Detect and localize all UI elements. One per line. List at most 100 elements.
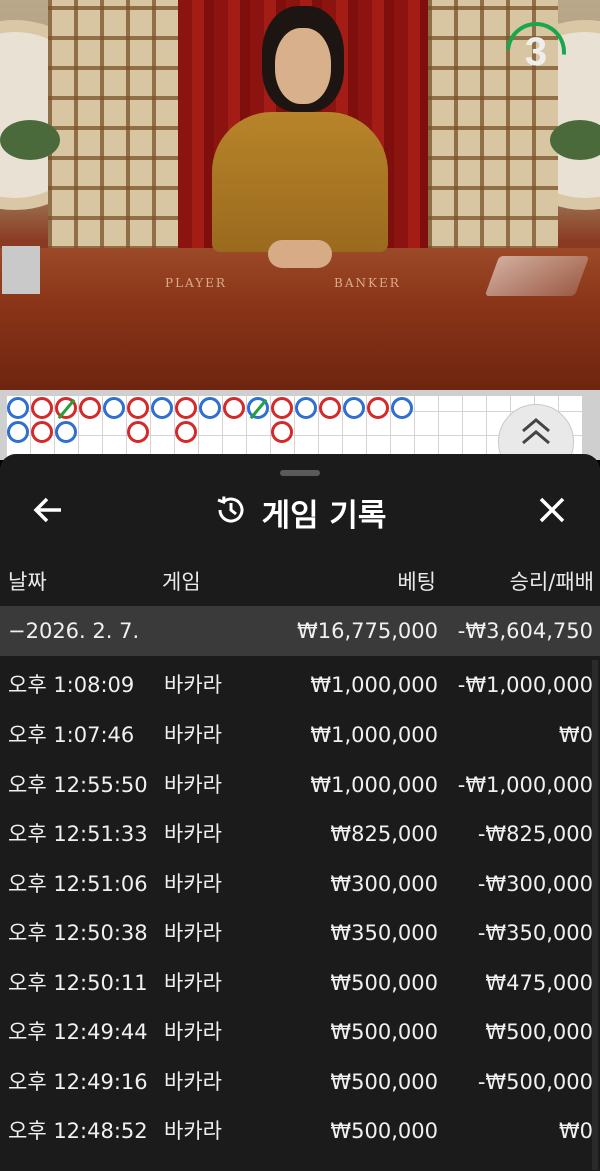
history-row[interactable]: 오후 12:50:11 바카라 ₩500,000 ₩475,000 bbox=[0, 958, 600, 1008]
row-game: 바카라 bbox=[164, 822, 222, 846]
column-header-date: 날짜 bbox=[8, 570, 47, 594]
history-row[interactable]: 오후 12:50:38 바카라 ₩350,000 -₩350,000 bbox=[0, 908, 600, 958]
summary-date: −2026. 2. 7. bbox=[8, 619, 140, 643]
sheet-title-group: 게임 기록 bbox=[0, 484, 600, 540]
row-time: 오후 1:08:09 bbox=[8, 673, 135, 697]
row-win-loss: ₩500,000 bbox=[485, 1020, 593, 1044]
table-label-player: PLAYER bbox=[165, 276, 227, 290]
history-row[interactable]: 오후 12:49:44 바카라 ₩500,000 ₩500,000 bbox=[0, 1007, 600, 1057]
dealer-face bbox=[275, 28, 331, 104]
row-game: 바카라 bbox=[164, 1070, 222, 1094]
banker-bead bbox=[31, 421, 53, 443]
game-history-sheet: 게임 기록 날짜 게임 베팅 승리/패배 −2026. 2. 7. ₩16,77… bbox=[0, 454, 600, 1171]
bet-countdown-timer: 3 bbox=[493, 9, 579, 95]
banker-bead bbox=[127, 397, 149, 419]
player-bead bbox=[247, 397, 269, 420]
history-clock-icon bbox=[214, 493, 248, 531]
row-bet: ₩500,000 bbox=[330, 1020, 438, 1044]
player-bead bbox=[199, 397, 221, 419]
history-row[interactable]: 오후 1:08:09 바카라 ₩1,000,000 -₩1,000,000 bbox=[0, 660, 600, 710]
row-game: 바카라 bbox=[164, 921, 222, 945]
banker-bead bbox=[223, 397, 245, 419]
banker-bead bbox=[175, 397, 197, 419]
bonsai-left bbox=[0, 120, 60, 160]
banker-bead bbox=[31, 397, 53, 419]
row-win-loss: -₩1,000,000 bbox=[457, 673, 593, 697]
player-bead bbox=[391, 397, 413, 419]
player-bead bbox=[55, 421, 77, 443]
history-row[interactable]: 오후 12:51:33 바카라 ₩825,000 -₩825,000 bbox=[0, 809, 600, 859]
row-win-loss: -₩825,000 bbox=[477, 822, 593, 846]
tie-slash-mark bbox=[57, 398, 76, 420]
row-win-loss: -₩350,000 bbox=[477, 921, 593, 945]
row-time: 오후 12:51:06 bbox=[8, 872, 148, 896]
row-win-loss: -₩1,000,000 bbox=[457, 773, 593, 797]
row-time: 오후 12:50:38 bbox=[8, 921, 148, 945]
summary-win-loss-total: -₩3,604,750 bbox=[457, 619, 593, 643]
history-row[interactable]: 오후 12:55:50 바카라 ₩1,000,000 -₩1,000,000 bbox=[0, 760, 600, 810]
double-chevron-up-icon bbox=[519, 418, 553, 454]
table-label-banker: BANKER bbox=[334, 276, 401, 290]
history-scrollbar[interactable] bbox=[592, 660, 598, 1170]
column-header-win-loss: 승리/패배 bbox=[509, 570, 594, 594]
row-game: 바카라 bbox=[164, 773, 222, 797]
row-win-loss: ₩0 bbox=[558, 723, 593, 747]
row-bet: ₩300,000 bbox=[330, 872, 438, 896]
date-summary-row[interactable]: −2026. 2. 7. ₩16,775,000 -₩3,604,750 bbox=[0, 606, 600, 656]
sheet-title: 게임 기록 bbox=[261, 497, 387, 534]
row-win-loss: ₩475,000 bbox=[485, 971, 593, 995]
row-time: 오후 12:48:52 bbox=[8, 1119, 148, 1143]
countdown-number: 3 bbox=[524, 30, 548, 74]
row-time: 오후 12:55:50 bbox=[8, 773, 148, 797]
sheet-header: 게임 기록 bbox=[0, 484, 600, 540]
row-game: 바카라 bbox=[164, 723, 222, 747]
close-button[interactable] bbox=[524, 484, 580, 540]
banker-bead bbox=[271, 397, 293, 419]
row-game: 바카라 bbox=[164, 971, 222, 995]
player-bead bbox=[103, 397, 125, 419]
row-win-loss: ₩0 bbox=[558, 1119, 593, 1143]
row-bet: ₩1,000,000 bbox=[310, 773, 438, 797]
row-time: 오후 12:51:33 bbox=[8, 822, 148, 846]
banker-bead bbox=[319, 397, 341, 419]
dealer-body bbox=[212, 112, 388, 252]
player-bead bbox=[151, 397, 173, 419]
player-bead bbox=[295, 397, 317, 419]
row-bet: ₩500,000 bbox=[330, 1119, 438, 1143]
row-bet: ₩500,000 bbox=[330, 971, 438, 995]
row-win-loss: -₩300,000 bbox=[477, 872, 593, 896]
player-bead bbox=[7, 397, 29, 419]
column-header-bet: 베팅 bbox=[397, 570, 436, 594]
dealer-hands bbox=[268, 240, 332, 268]
tie-slash-mark bbox=[249, 398, 268, 420]
banker-bead bbox=[79, 397, 101, 419]
row-game: 바카라 bbox=[164, 1119, 222, 1143]
row-bet: ₩350,000 bbox=[330, 921, 438, 945]
row-time: 오후 1:07:46 bbox=[8, 723, 135, 747]
history-row[interactable]: 오후 12:49:16 바카라 ₩500,000 -₩500,000 bbox=[0, 1057, 600, 1107]
player-bead bbox=[343, 397, 365, 419]
row-time: 오후 12:49:44 bbox=[8, 1020, 148, 1044]
sheet-drag-handle[interactable] bbox=[280, 470, 320, 476]
discard-box bbox=[2, 246, 40, 294]
row-time: 오후 12:49:16 bbox=[8, 1070, 148, 1094]
banker-bead bbox=[271, 421, 293, 443]
row-time: 오후 12:50:11 bbox=[8, 971, 148, 995]
close-icon bbox=[538, 496, 566, 528]
bead-road-grid bbox=[6, 396, 582, 460]
player-bead bbox=[7, 421, 29, 443]
column-header-game: 게임 bbox=[162, 570, 201, 594]
row-game: 바카라 bbox=[164, 1020, 222, 1044]
card-shoe bbox=[484, 256, 590, 296]
live-video: PLAYER BANKER 3 bbox=[0, 0, 600, 390]
row-bet: ₩1,000,000 bbox=[310, 723, 438, 747]
summary-bet-total: ₩16,775,000 bbox=[296, 619, 438, 643]
row-game: 바카라 bbox=[164, 872, 222, 896]
banker-bead bbox=[175, 421, 197, 443]
banker-bead bbox=[55, 397, 77, 420]
history-row[interactable]: 오후 12:51:06 바카라 ₩300,000 -₩300,000 bbox=[0, 859, 600, 909]
banker-bead bbox=[127, 421, 149, 443]
row-bet: ₩500,000 bbox=[330, 1070, 438, 1094]
history-row[interactable]: 오후 1:07:46 바카라 ₩1,000,000 ₩0 bbox=[0, 710, 600, 760]
history-row[interactable]: 오후 12:48:52 바카라 ₩500,000 ₩0 bbox=[0, 1106, 600, 1156]
